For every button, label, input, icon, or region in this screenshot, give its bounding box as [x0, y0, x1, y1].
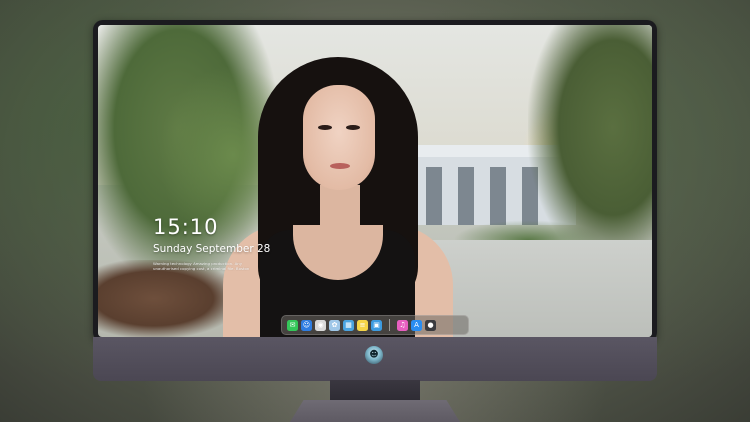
finder-icon[interactable]: ☺: [301, 319, 312, 331]
monitor-chin: ☻: [93, 337, 657, 381]
wallpaper-person-eye: [318, 125, 332, 130]
camera-icon[interactable]: ●: [425, 319, 436, 331]
safari-icon[interactable]: ◉: [315, 319, 326, 331]
avatar-logo-icon: ☻: [365, 346, 383, 364]
lock-screen-notice: Warning technology Amazing production. A…: [153, 261, 261, 271]
notice-line-2: unauthorised copying cost, a criminal fi…: [153, 266, 250, 271]
monitor-bezel: 15:10 Sunday September 28 Warning techno…: [93, 20, 657, 342]
lock-screen-date: Sunday September 28: [153, 243, 271, 255]
wallpaper-person-eye: [346, 125, 360, 130]
building-column: [458, 167, 474, 225]
lock-screen-time: 15:10: [153, 215, 219, 239]
building-column: [490, 167, 506, 225]
lock-screen[interactable]: 15:10 Sunday September 28 Warning techno…: [98, 25, 652, 337]
photos-icon[interactable]: ✿: [329, 319, 340, 331]
app-store-icon[interactable]: A: [411, 319, 422, 331]
monitor-stand-neck: [330, 380, 420, 402]
preview-icon[interactable]: ▣: [371, 319, 382, 331]
monitor: 15:10 Sunday September 28 Warning techno…: [93, 20, 657, 382]
music-icon[interactable]: ♫: [397, 319, 408, 331]
wallpaper-person-face: [303, 85, 375, 190]
clapper-icon[interactable]: ▦: [343, 319, 354, 331]
dock-separator: [389, 319, 390, 331]
messages-icon[interactable]: ✉: [287, 319, 298, 331]
monitor-stand-foot: [290, 400, 460, 422]
wallpaper-rocks: [98, 260, 238, 337]
building-column: [426, 167, 442, 225]
dock: ✉ ☺ ◉ ✿ ▦ ≡ ▣ ♫ A ●: [281, 315, 469, 335]
dock-apps-right: ♫ A ●: [397, 319, 436, 331]
dock-apps: ✉ ☺ ◉ ✿ ▦ ≡ ▣: [287, 319, 382, 331]
notes-icon[interactable]: ≡: [357, 319, 368, 331]
wallpaper-person-lips: [330, 163, 350, 169]
